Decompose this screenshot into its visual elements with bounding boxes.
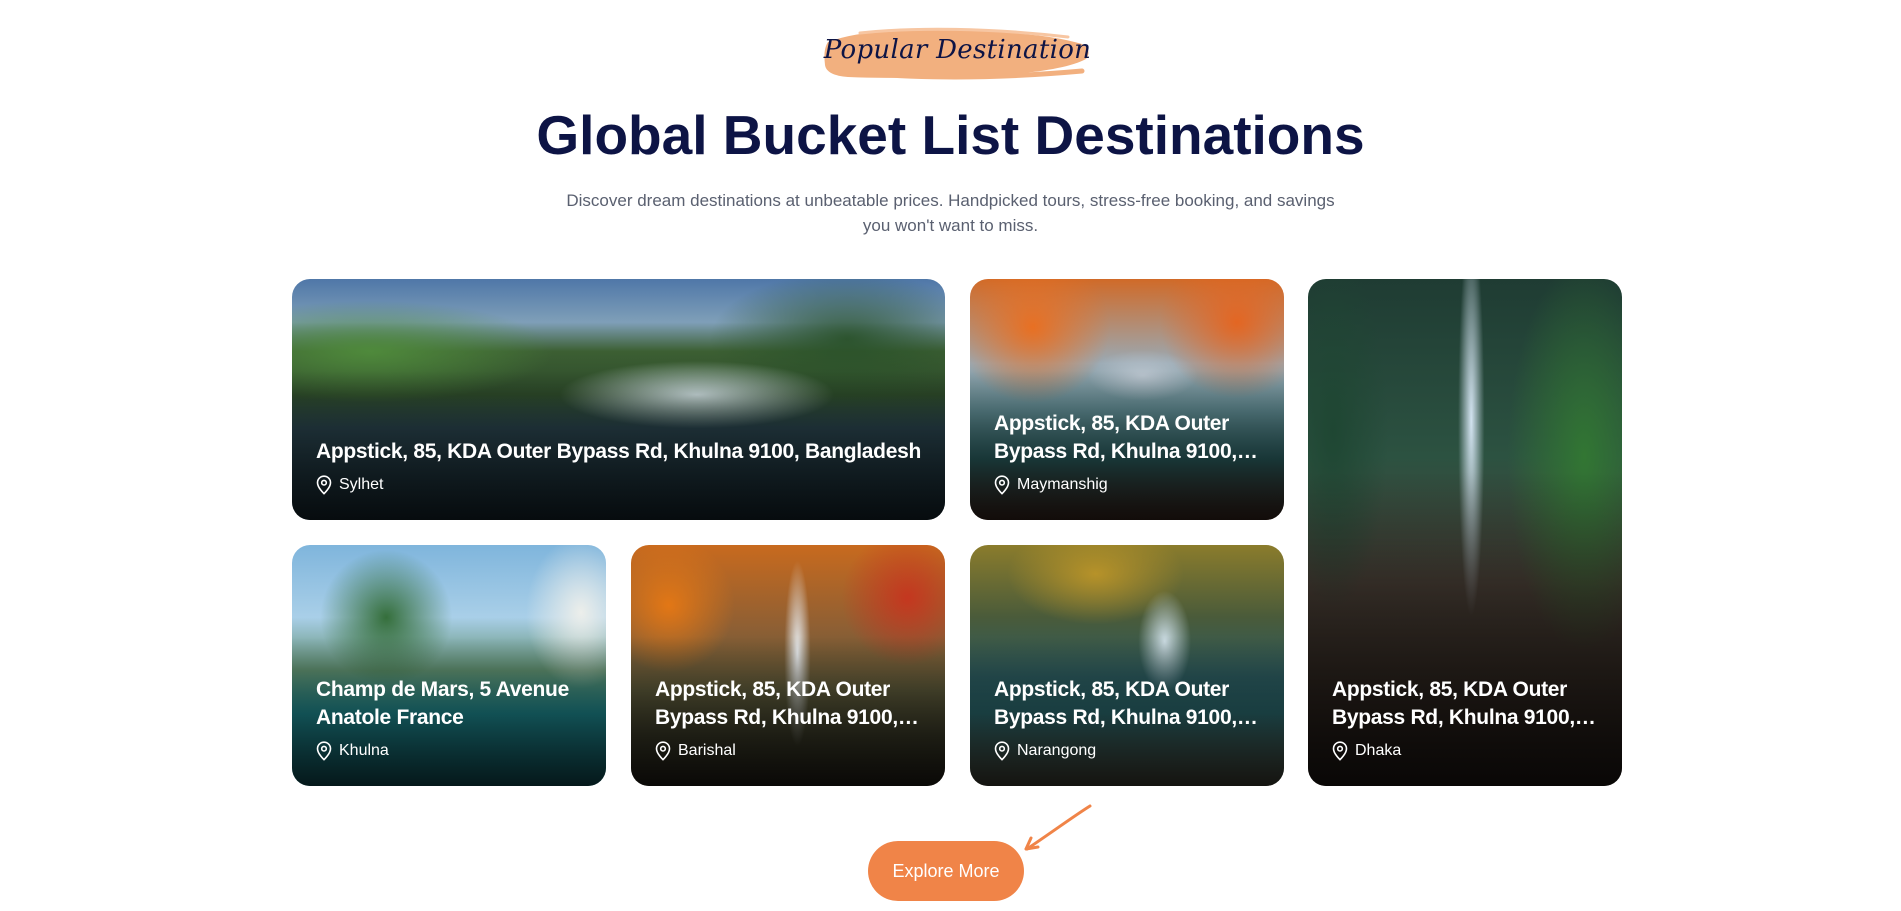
eyebrow-badge: Popular Destination [820, 20, 1095, 86]
map-pin-icon [994, 741, 1010, 761]
card-location: Dhaka [1332, 741, 1401, 761]
map-pin-icon [655, 741, 671, 761]
map-pin-icon [316, 741, 332, 761]
location-label: Maymanshig [1017, 476, 1108, 493]
image-overlay [292, 279, 945, 520]
popular-destinations-section: Popular Destination Global Bucket List D… [0, 0, 1901, 911]
map-pin-icon [994, 475, 1010, 495]
destination-card-narangong[interactable]: Appstick, 85, KDA Outer Bypass Rd, Khuln… [970, 545, 1284, 786]
destination-card-khulna[interactable]: Champ de Mars, 5 Avenue Anatole France K… [292, 545, 606, 786]
eyebrow-text: Popular Destination [823, 35, 1092, 65]
card-title: Appstick, 85, KDA Outer Bypass Rd, Khuln… [994, 678, 1237, 729]
card-location: Barishal [655, 741, 736, 761]
map-pin-icon [1332, 741, 1348, 761]
location-label: Dhaka [1355, 742, 1402, 759]
location-label: Narangong [1017, 742, 1097, 759]
card-location: Sylhet [316, 475, 383, 495]
location-label: Khulna [339, 742, 389, 759]
map-pin-icon [316, 475, 332, 495]
card-title: Appstick, 85, KDA Outer Bypass Rd, Khuln… [994, 412, 1237, 463]
card-title: Champ de Mars, 5 Avenue Anatole France [316, 678, 569, 729]
destination-card-dhaka[interactable]: Appstick, 85, KDA Outer Bypass Rd, Khuln… [1308, 279, 1622, 786]
explore-more-button[interactable]: Explore More [868, 841, 1024, 901]
section-subtitle: Discover dream destinations at unbeatabl… [566, 191, 1335, 235]
destination-card-barishal[interactable]: Appstick, 85, KDA Outer Bypass Rd, Khuln… [631, 545, 945, 786]
card-title: Appstick, 85, KDA Outer Bypass Rd, Khuln… [316, 440, 921, 463]
card-title: Appstick, 85, KDA Outer Bypass Rd, Khuln… [1332, 678, 1575, 729]
section-title: Global Bucket List Destinations [536, 104, 1365, 166]
location-label: Barishal [678, 742, 736, 759]
card-location: Narangong [994, 741, 1096, 761]
card-location: Maymanshig [994, 475, 1108, 495]
curved-arrow-icon [1024, 804, 1092, 851]
card-title: Appstick, 85, KDA Outer Bypass Rd, Khuln… [655, 678, 898, 729]
location-label: Sylhet [339, 476, 384, 493]
card-location: Khulna [316, 741, 389, 761]
destination-card-sylhet[interactable]: Appstick, 85, KDA Outer Bypass Rd, Khuln… [292, 279, 945, 520]
destination-card-maymanshig[interactable]: Appstick, 85, KDA Outer Bypass Rd, Khuln… [970, 279, 1284, 520]
